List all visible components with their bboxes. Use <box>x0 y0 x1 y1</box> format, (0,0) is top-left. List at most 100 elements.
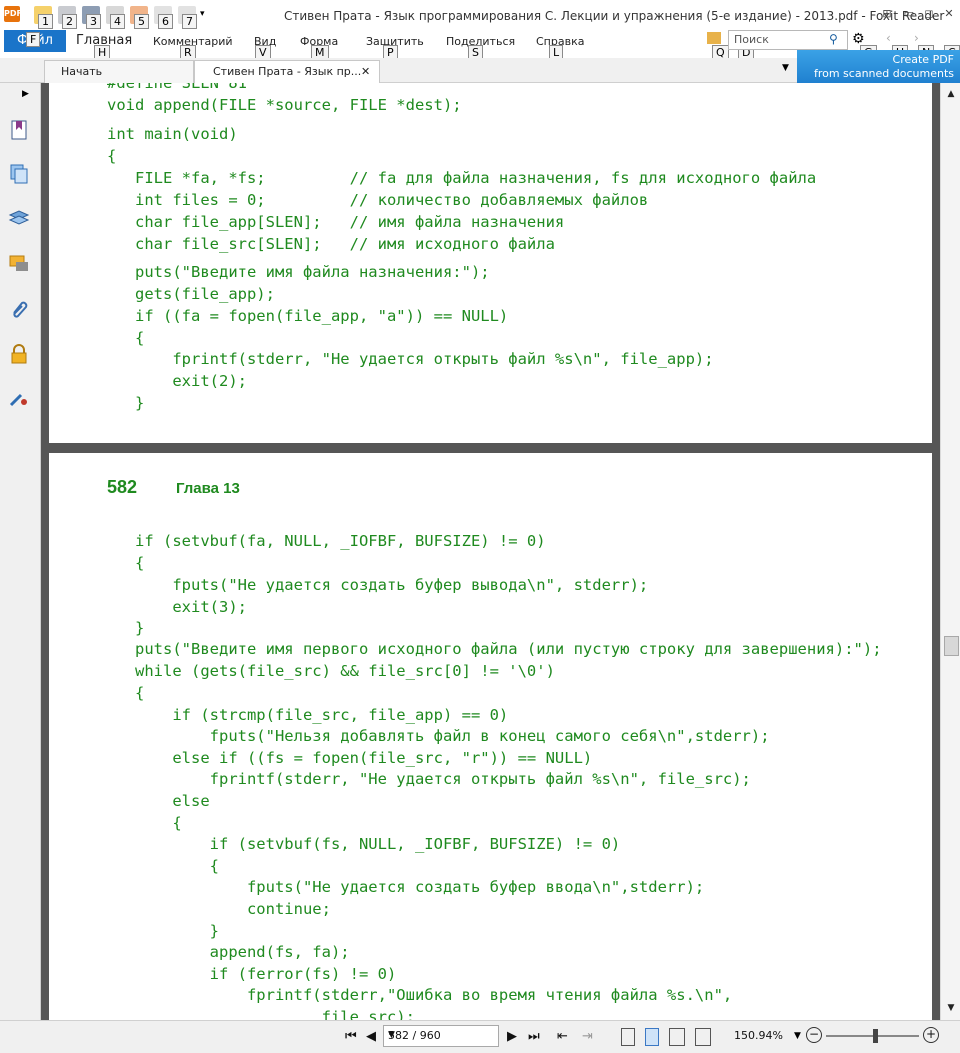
keytip-7: 7 <box>182 14 197 29</box>
foxit-app-icon[interactable]: PDF <box>4 6 22 22</box>
next-view-icon[interactable]: ⇥ <box>582 1029 593 1044</box>
zoom-slider-thumb[interactable] <box>873 1029 878 1043</box>
code-line: } <box>107 619 145 637</box>
continuous-view-icon[interactable] <box>645 1028 659 1046</box>
tab-document[interactable]: Стивен Прата - Язык пр... ✕ <box>194 60 380 83</box>
code-line: int main(void) <box>107 125 238 143</box>
pdf-page-582: 582 Глава 13 if (setvbuf(fa, NULL, _IOFB… <box>49 453 932 1020</box>
code-line: { <box>107 814 182 832</box>
navigation-sidebar: ▶ <box>0 83 41 1020</box>
expand-sidebar-arrow-icon[interactable]: ▶ <box>22 89 29 99</box>
zoom-out-button[interactable]: − <box>806 1027 822 1043</box>
scroll-up-arrow-icon[interactable]: ▲ <box>944 87 958 101</box>
minimize-button[interactable]: ▭ <box>902 7 916 21</box>
back-arrow-icon[interactable]: ‹ <box>886 31 891 45</box>
create-pdf-promo-banner[interactable]: Create PDF from scanned documents <box>797 50 960 84</box>
keytip-3: 3 <box>86 14 101 29</box>
zoom-dropdown-icon[interactable]: ▼ <box>794 1031 801 1041</box>
code-line: puts("Введите имя первого исходного файл… <box>107 640 882 658</box>
close-button[interactable]: ✕ <box>942 7 956 21</box>
code-line: char file_src[SLEN]; // имя исходного фа… <box>107 235 555 253</box>
tab-start-label: Начать <box>61 65 103 78</box>
window-title: Стивен Прата - Язык программирования C. … <box>284 9 945 23</box>
forward-arrow-icon[interactable]: › <box>914 31 919 45</box>
close-tab-icon[interactable]: ✕ <box>361 61 370 83</box>
security-icon[interactable] <box>8 343 30 365</box>
tab-list-chevron-icon[interactable]: ▼ <box>782 63 789 73</box>
code-line: #define SLEN 81 <box>107 83 247 92</box>
promo-line-2: from scanned documents <box>813 67 954 80</box>
first-page-icon[interactable]: ⏮ <box>345 1029 357 1044</box>
promo-line-1: Create PDF <box>892 53 954 66</box>
tab-start[interactable]: Начать <box>44 60 194 83</box>
code-line: file_src); <box>107 1008 415 1020</box>
title-bar: PDF ▾ 1 2 3 4 5 6 7 Стивен Прата - Язык … <box>0 0 960 31</box>
layers-icon[interactable] <box>8 207 30 229</box>
code-line: fputs("Нельзя добавлять файл в конец сам… <box>107 727 770 745</box>
code-line: puts("Введите имя файла назначения:"); <box>107 263 490 281</box>
keytip-6: 6 <box>158 14 173 29</box>
attachment-icon[interactable] <box>8 297 30 319</box>
page-number-input[interactable]: 582 / 960 ▼ <box>383 1025 499 1047</box>
search-input[interactable]: Поиск ⚲ <box>728 30 848 50</box>
code-line: gets(file_app); <box>107 285 275 303</box>
keytip-4: 4 <box>110 14 125 29</box>
code-line: { <box>107 684 145 702</box>
comments-icon[interactable] <box>8 253 30 275</box>
customize-quick-access-chevron-icon[interactable]: ▾ <box>200 9 205 19</box>
ribbon-options-icon[interactable]: ⊞ <box>880 7 894 21</box>
bookmark-icon[interactable] <box>8 119 30 141</box>
search-placeholder: Поиск <box>734 33 769 46</box>
keytip-5: 5 <box>134 14 149 29</box>
code-line: { <box>107 147 117 165</box>
code-line: if (ferror(fs) != 0) <box>107 965 397 983</box>
code-line: } <box>107 922 219 940</box>
continuous-facing-view-icon[interactable] <box>695 1028 711 1046</box>
code-line: { <box>107 329 145 347</box>
previous-page-icon[interactable]: ◀ <box>366 1029 376 1044</box>
search-icon[interactable]: ⚲ <box>829 32 843 46</box>
code-line: exit(2); <box>107 372 247 390</box>
code-line: fprintf(stderr, "Не удается открыть файл… <box>107 770 751 788</box>
code-line: fputs("Не удается создать буфер ввода\n"… <box>107 878 705 896</box>
next-page-icon[interactable]: ▶ <box>507 1029 517 1044</box>
previous-view-icon[interactable]: ⇤ <box>557 1029 568 1044</box>
code-line: exit(3); <box>107 598 247 616</box>
tab-document-label: Стивен Прата - Язык пр... <box>213 65 362 78</box>
last-page-icon[interactable]: ⏭ <box>528 1029 540 1044</box>
code-line: fprintf(stderr,"Ошибка во время чтения ф… <box>107 986 733 1004</box>
scrollbar-thumb[interactable] <box>944 636 959 656</box>
code-line: { <box>107 554 145 572</box>
keytip-file: F <box>26 32 41 47</box>
scroll-down-arrow-icon[interactable]: ▼ <box>944 1001 958 1015</box>
pages-icon[interactable] <box>8 163 30 185</box>
signature-icon[interactable] <box>8 387 30 409</box>
code-line: } <box>107 394 145 412</box>
page-dropdown-icon[interactable]: ▼ <box>388 1030 495 1040</box>
restore-button[interactable]: ◻ <box>922 7 936 21</box>
code-line: continue; <box>107 900 331 918</box>
single-page-view-icon[interactable] <box>621 1028 635 1046</box>
code-line: char file_app[SLEN]; // имя файла назнач… <box>107 213 565 231</box>
pdf-page-581: #define SLEN 81 void append(FILE *source… <box>49 83 932 443</box>
keytip-1: 1 <box>38 14 53 29</box>
page-number: 582 <box>107 477 138 497</box>
code-line: if (strcmp(file_src, file_app) == 0) <box>107 706 509 724</box>
status-bar: ⏮ ◀ 582 / 960 ▼ ▶ ⏭ ⇤ ⇥ 150.94% ▼ − + <box>0 1020 960 1053</box>
zoom-in-button[interactable]: + <box>923 1027 939 1043</box>
chapter-heading: Глава 13 <box>176 480 240 497</box>
facing-view-icon[interactable] <box>669 1028 685 1046</box>
vertical-scrollbar[interactable]: ▲ ▼ <box>940 83 960 1020</box>
zoom-level[interactable]: 150.94% <box>734 1029 783 1042</box>
find-folder-icon[interactable] <box>707 32 721 44</box>
code-line: else if ((fs = fopen(file_src, "r")) == … <box>107 749 593 767</box>
code-line: append(fs, fa); <box>107 943 350 961</box>
code-line: while (gets(file_src) && file_src[0] != … <box>107 662 555 680</box>
code-line: fprintf(stderr, "Не удается открыть файл… <box>107 350 714 368</box>
code-line: if (setvbuf(fa, NULL, _IOFBF, BUFSIZE) !… <box>107 532 546 550</box>
document-viewport[interactable]: #define SLEN 81 void append(FILE *source… <box>41 83 940 1020</box>
code-line: if ((fa = fopen(file_app, "a")) == NULL) <box>107 307 509 325</box>
code-line: int files = 0; // количество добавляемых… <box>107 191 649 209</box>
code-line: fputs("Не удается создать буфер вывода\n… <box>107 576 649 594</box>
code-line: { <box>107 857 219 875</box>
